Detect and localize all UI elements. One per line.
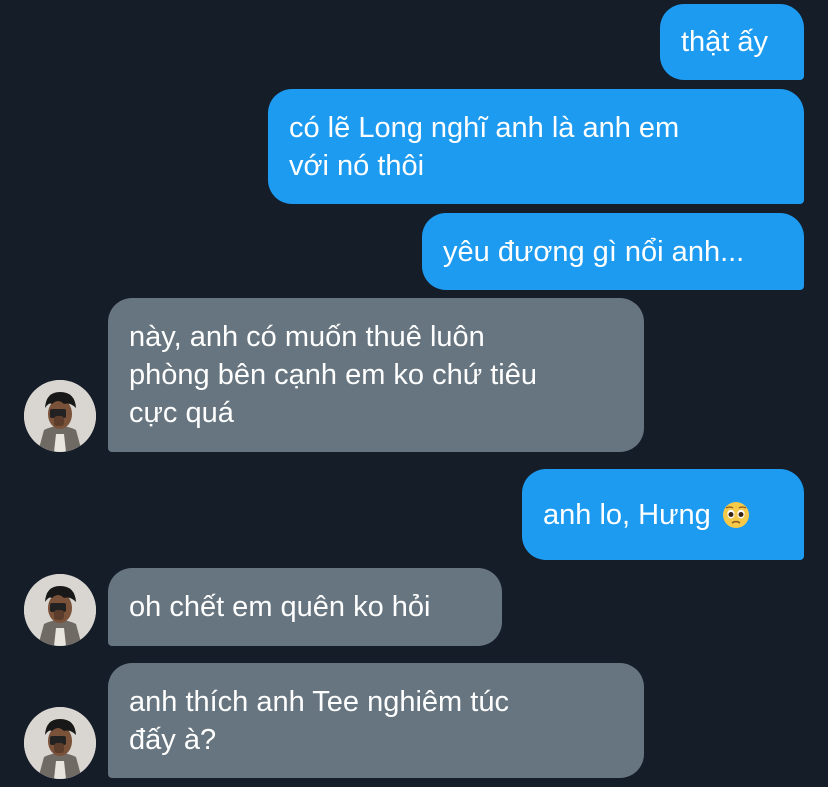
message-text: oh chết em quên ko hỏi <box>129 591 431 623</box>
message-text: này, anh có muốn thuê luôn phòng bên cạn… <box>129 321 537 429</box>
user-avatar-photo-icon <box>24 380 96 452</box>
message-bubble-incoming[interactable]: oh chết em quên ko hỏi <box>108 568 502 646</box>
message-bubble-outgoing[interactable]: thật ấy <box>660 4 804 80</box>
avatar[interactable] <box>24 380 96 452</box>
message-bubble-outgoing[interactable]: có lẽ Long nghĩ anh là anh em với nó thô… <box>268 89 804 204</box>
conversation-thread: thật ấy có lẽ Long nghĩ anh là anh em vớ… <box>0 0 828 787</box>
message-bubble-incoming[interactable]: này, anh có muốn thuê luôn phòng bên cạn… <box>108 298 644 452</box>
message-text: yêu đương gì nổi anh... <box>443 235 745 268</box>
message-text: có lẽ Long nghĩ anh là anh em với nó thô… <box>289 111 680 182</box>
avatar[interactable] <box>24 707 96 779</box>
message-text: thật ấy <box>681 26 769 58</box>
pleading-face-emoji-icon <box>722 501 749 528</box>
message-bubble-outgoing[interactable]: yêu đương gì nổi anh... <box>422 213 804 290</box>
message-text: anh thích anh Tee nghiêm túc đấy à? <box>129 685 509 756</box>
user-avatar-photo-icon <box>24 574 96 646</box>
avatar[interactable] <box>24 574 96 646</box>
message-bubble-incoming[interactable]: anh thích anh Tee nghiêm túc đấy à? <box>108 663 644 778</box>
message-text: anh lo, Hưng <box>543 498 711 531</box>
user-avatar-photo-icon <box>24 707 96 779</box>
message-bubble-outgoing[interactable]: anh lo, Hưng <box>522 469 804 560</box>
